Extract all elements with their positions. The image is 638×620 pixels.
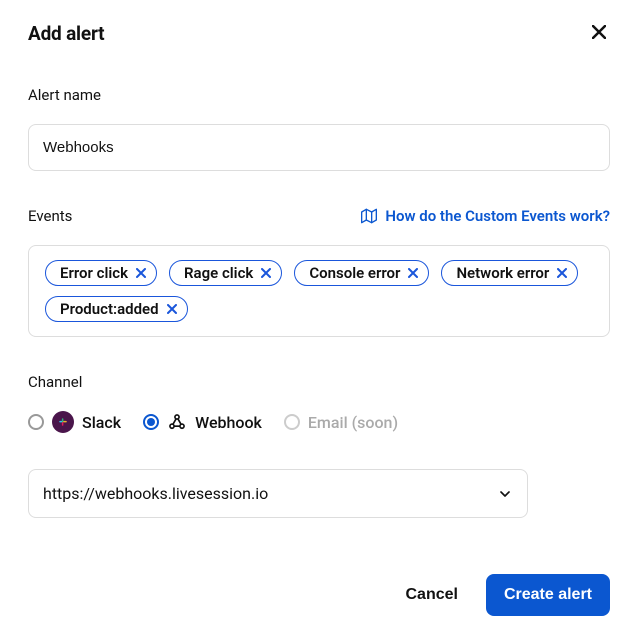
email-label: Email (soon)	[308, 413, 398, 432]
close-button[interactable]	[588, 20, 610, 46]
close-icon	[261, 268, 271, 278]
slack-label: Slack	[82, 413, 121, 432]
event-tag-remove[interactable]	[167, 302, 177, 316]
event-tag-remove[interactable]	[261, 266, 271, 280]
map-icon	[361, 208, 377, 224]
dialog-title: Add alert	[28, 22, 104, 45]
close-icon	[167, 304, 177, 314]
close-icon	[592, 25, 606, 39]
event-tag: Rage click	[169, 260, 282, 286]
event-tag-label: Product:added	[60, 300, 159, 318]
slack-icon	[52, 411, 74, 433]
radio-email	[284, 414, 300, 430]
alert-name-input[interactable]	[28, 124, 610, 171]
event-tag-label: Rage click	[184, 264, 253, 282]
channel-option-email: Email (soon)	[284, 413, 398, 432]
webhook-icon	[167, 412, 187, 432]
create-alert-button[interactable]: Create alert	[486, 574, 610, 616]
event-tag: Product:added	[45, 296, 188, 322]
close-icon	[557, 268, 567, 278]
radio-slack[interactable]	[28, 414, 44, 430]
event-tag-label: Error click	[60, 264, 128, 282]
event-tag-remove[interactable]	[408, 266, 418, 280]
radio-webhook[interactable]	[143, 414, 159, 430]
event-tag-remove[interactable]	[557, 266, 567, 280]
cancel-button[interactable]: Cancel	[401, 578, 461, 612]
webhook-label: Webhook	[195, 413, 262, 432]
event-tag-label: Network error	[456, 264, 549, 282]
event-tag: Network error	[441, 260, 578, 286]
webhook-url-value: https://webhooks.livesession.io	[43, 484, 268, 503]
event-tag-label: Console error	[309, 264, 400, 282]
event-tag-remove[interactable]	[136, 266, 146, 280]
channel-label: Channel	[28, 373, 610, 391]
events-help-text: How do the Custom Events work?	[385, 207, 610, 225]
channel-option-webhook[interactable]: Webhook	[143, 412, 262, 432]
alert-name-label: Alert name	[28, 86, 610, 104]
events-tags-box[interactable]: Error click Rage click Console error Networ…	[28, 245, 610, 337]
close-icon	[136, 268, 146, 278]
events-label: Events	[28, 207, 72, 225]
webhook-url-select[interactable]: https://webhooks.livesession.io	[28, 469, 528, 518]
events-help-link[interactable]: How do the Custom Events work?	[361, 207, 610, 225]
event-tag: Error click	[45, 260, 157, 286]
close-icon	[408, 268, 418, 278]
channel-option-slack[interactable]: Slack	[28, 411, 121, 433]
event-tag: Console error	[294, 260, 429, 286]
chevron-down-icon	[497, 486, 513, 502]
